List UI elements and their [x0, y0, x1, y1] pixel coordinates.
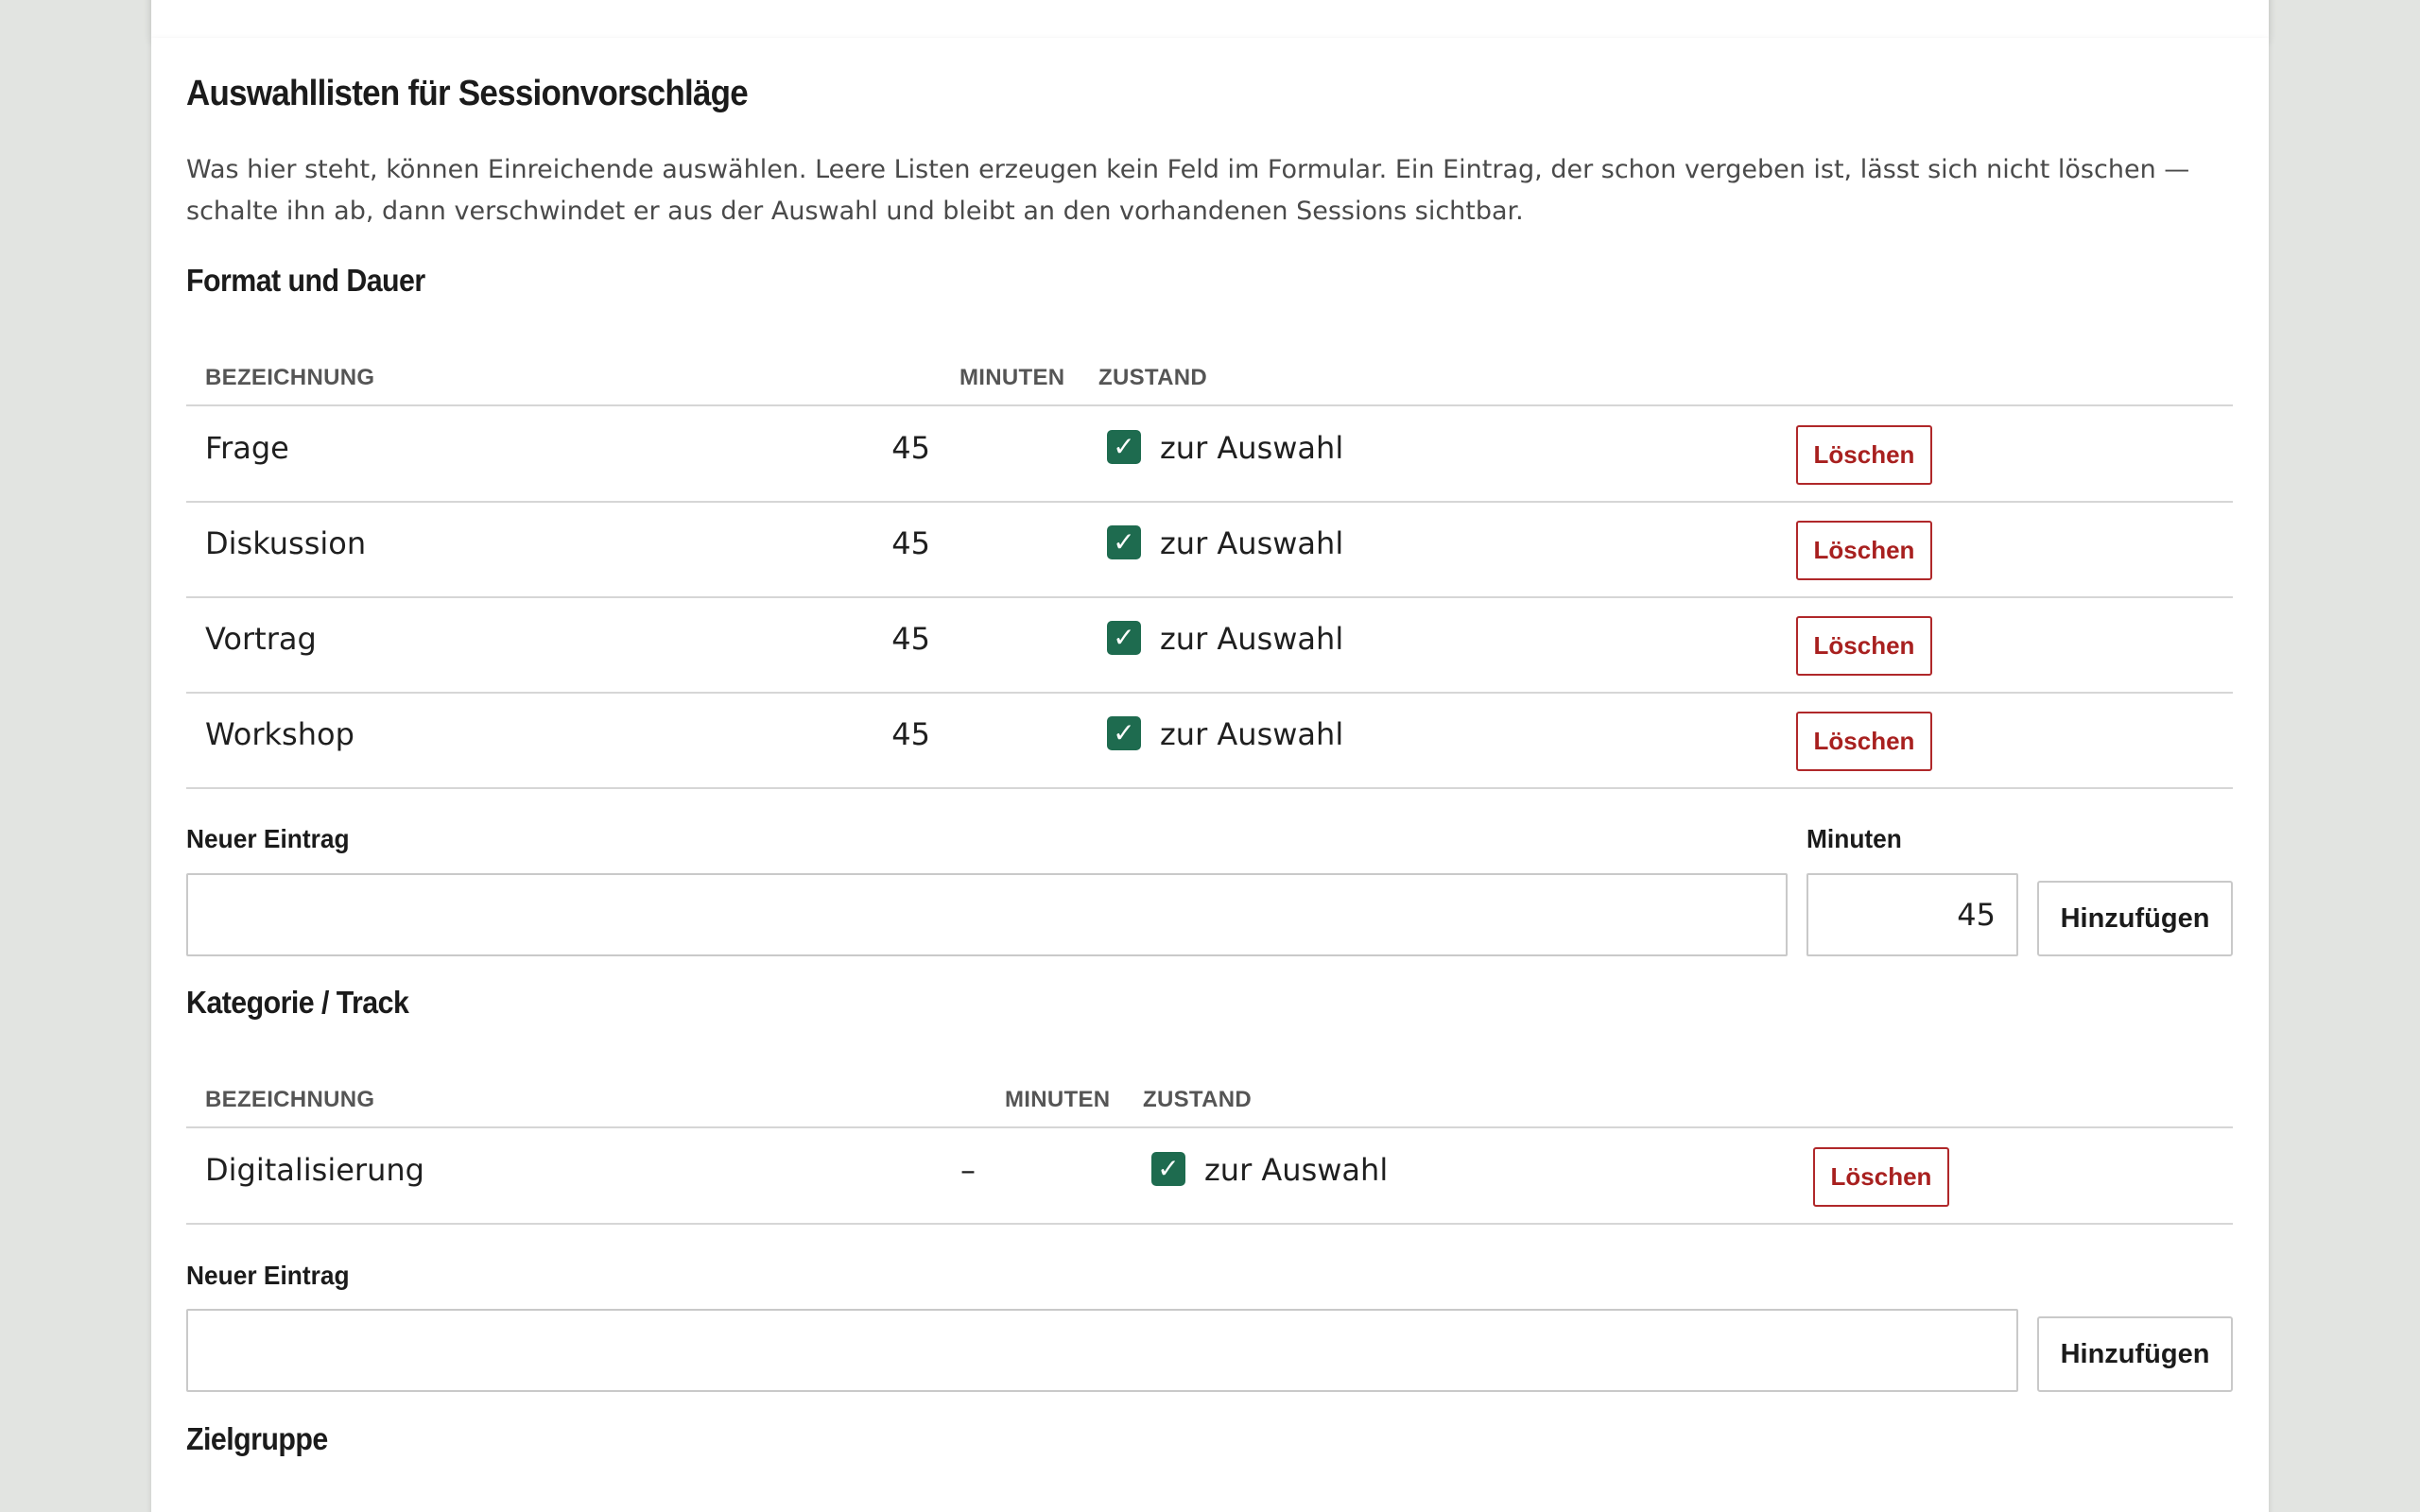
minutes-input[interactable]: 45	[1806, 873, 2018, 956]
add-category-button[interactable]: Hinzufügen	[2037, 1316, 2233, 1392]
entry-name: Workshop	[205, 716, 354, 752]
entry-minutes: 45	[891, 430, 930, 466]
state-label[interactable]: zur Auswahl	[1160, 525, 1343, 561]
table-row: Workshop 45 ✓ zur Auswahl Löschen	[186, 694, 2233, 789]
table-row: Vortrag 45 ✓ zur Auswahl Löschen	[186, 598, 2233, 694]
section-heading-category: Kategorie / Track	[186, 985, 409, 1020]
previous-card	[151, 0, 2269, 38]
new-category-entry-input[interactable]	[186, 1309, 2018, 1392]
delete-button[interactable]: Löschen	[1796, 425, 1932, 485]
entry-name: Vortrag	[205, 621, 317, 657]
category-table-header: BEZEICHNUNG MINUTEN ZUSTAND	[186, 1062, 2233, 1128]
entry-minutes: 45	[891, 716, 930, 752]
state-label[interactable]: zur Auswahl	[1160, 621, 1343, 657]
state-label[interactable]: zur Auswahl	[1204, 1152, 1388, 1188]
new-entry-label: Neuer Eintrag	[186, 824, 350, 853]
entry-name: Diskussion	[205, 525, 367, 561]
table-row: Diskussion 45 ✓ zur Auswahl Löschen	[186, 503, 2233, 598]
entry-minutes: 45	[891, 525, 930, 561]
checkmark-icon[interactable]: ✓	[1107, 525, 1141, 559]
checkmark-icon[interactable]: ✓	[1107, 716, 1141, 750]
page-title: Auswahllisten für Sessionvorschläge	[186, 74, 749, 113]
section-heading-audience: Zielgruppe	[186, 1421, 328, 1456]
new-entry-label: Neuer Eintrag	[186, 1261, 350, 1290]
checkmark-icon[interactable]: ✓	[1107, 430, 1141, 464]
table-row: Digitalisierung – ✓ zur Auswahl Löschen	[186, 1129, 2233, 1225]
state-label[interactable]: zur Auswahl	[1160, 430, 1343, 466]
checkmark-icon[interactable]: ✓	[1107, 621, 1141, 655]
add-format-button[interactable]: Hinzufügen	[2037, 881, 2233, 956]
format-table-header: BEZEICHNUNG MINUTEN ZUSTAND	[186, 340, 2233, 406]
section-heading-format: Format und Dauer	[186, 263, 425, 298]
column-header-state: ZUSTAND	[1098, 365, 1207, 390]
column-header-minutes: MINUTEN	[1005, 1087, 1111, 1112]
checkmark-icon[interactable]: ✓	[1151, 1152, 1185, 1186]
column-header-minutes: MINUTEN	[959, 365, 1065, 390]
column-header-name: BEZEICHNUNG	[205, 365, 375, 390]
delete-button[interactable]: Löschen	[1796, 521, 1932, 580]
column-header-state: ZUSTAND	[1143, 1087, 1252, 1112]
column-header-name: BEZEICHNUNG	[205, 1087, 375, 1112]
entry-minutes: 45	[891, 621, 930, 657]
page-description: Was hier steht, können Einreichende ausw…	[186, 155, 2190, 226]
delete-button[interactable]: Löschen	[1796, 616, 1932, 676]
entry-name: Frage	[205, 430, 289, 466]
minutes-label: Minuten	[1806, 824, 1902, 853]
delete-button[interactable]: Löschen	[1813, 1147, 1949, 1207]
table-row: Frage 45 ✓ zur Auswahl Löschen	[186, 407, 2233, 503]
entry-minutes: –	[960, 1152, 976, 1188]
state-label[interactable]: zur Auswahl	[1160, 716, 1343, 752]
delete-button[interactable]: Löschen	[1796, 712, 1932, 771]
entry-name: Digitalisierung	[205, 1152, 424, 1188]
selection-lists-card: Auswahllisten für Sessionvorschläge Was …	[151, 38, 2269, 1512]
new-format-entry-input[interactable]	[186, 873, 1788, 956]
